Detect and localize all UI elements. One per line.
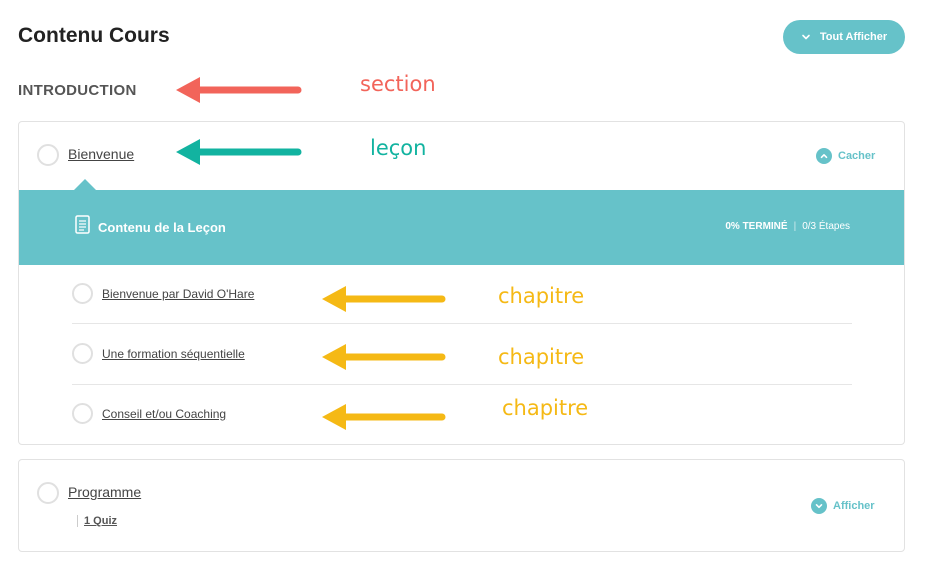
quiz-bar <box>77 515 78 527</box>
chevron-down-icon <box>802 34 810 40</box>
topic-row: Une formation séquentielle <box>72 325 852 385</box>
arrow-left-icon <box>176 139 302 165</box>
show-all-button[interactable]: Tout Afficher <box>783 20 905 54</box>
topic-status-circle[interactable] <box>72 403 93 424</box>
lesson-card-programme: Programme 1 Quiz Afficher <box>18 459 905 552</box>
lesson-card-bienvenue: Bienvenue Cacher Contenu de la Leçon 0% … <box>18 121 905 445</box>
lesson-link-programme[interactable]: Programme <box>68 484 141 500</box>
progress-percent: 0% TERMINÉ <box>725 221 788 232</box>
hide-lesson-label: Cacher <box>838 150 876 162</box>
progress-separator: | <box>793 221 797 232</box>
annotation-lesson-label: leçon <box>370 136 427 160</box>
lesson-content-title: Contenu de la Leçon <box>98 220 226 235</box>
topic-row: Conseil et/ou Coaching <box>72 385 852 445</box>
topic-link[interactable]: Conseil et/ou Coaching <box>102 407 226 421</box>
topic-status-circle[interactable] <box>72 283 93 304</box>
chevron-down-icon <box>815 503 823 509</box>
show-lesson-toggle[interactable]: Afficher <box>811 498 875 514</box>
document-icon <box>75 215 90 234</box>
arrow-left-icon <box>322 404 446 430</box>
annotation-section-label: section <box>360 72 436 96</box>
lesson-progress-status: 0% TERMINÉ | 0/3 Étapes <box>725 221 850 232</box>
annotation-topic-label: chapitre <box>498 284 585 308</box>
hide-lesson-toggle[interactable]: Cacher <box>816 148 875 164</box>
lesson-status-circle[interactable] <box>37 144 59 166</box>
arrow-left-icon <box>176 77 302 103</box>
show-lesson-label: Afficher <box>833 500 875 512</box>
band-notch <box>74 179 96 190</box>
annotation-topic-label: chapitre <box>502 396 589 420</box>
section-heading: INTRODUCTION <box>18 82 137 99</box>
page-title: Contenu Cours <box>18 24 170 47</box>
lesson-status-circle[interactable] <box>37 482 59 504</box>
lesson-content-header: Contenu de la Leçon 0% TERMINÉ | 0/3 Éta… <box>19 179 904 265</box>
show-all-label: Tout Afficher <box>819 31 888 43</box>
topic-row: Bienvenue par David O'Hare <box>72 265 852 325</box>
arrow-left-icon <box>322 344 446 370</box>
arrow-left-icon <box>322 286 446 312</box>
topic-link[interactable]: Une formation séquentielle <box>102 347 245 361</box>
topic-status-circle[interactable] <box>72 343 93 364</box>
quiz-count: 1 Quiz <box>77 515 117 527</box>
annotation-topic-label: chapitre <box>498 345 585 369</box>
topic-link[interactable]: Bienvenue par David O'Hare <box>102 287 254 301</box>
quiz-link[interactable]: 1 Quiz <box>84 515 117 527</box>
topic-divider <box>72 323 852 324</box>
progress-steps: 0/3 Étapes <box>802 221 850 232</box>
lesson-link-bienvenue[interactable]: Bienvenue <box>68 146 134 162</box>
chevron-up-icon <box>820 153 828 159</box>
